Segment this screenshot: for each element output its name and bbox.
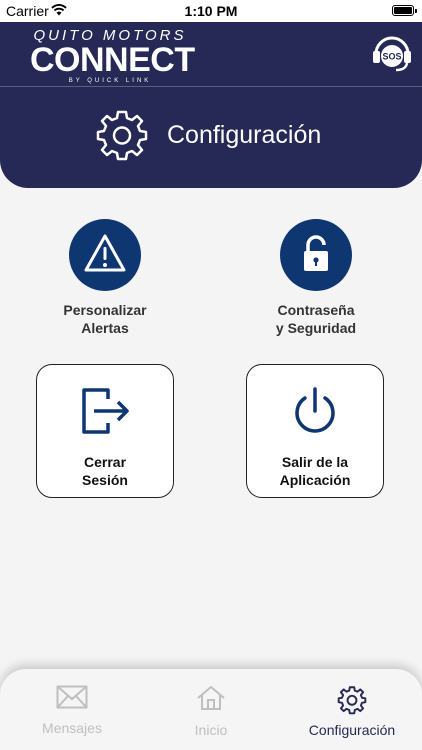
clock: 1:10 PM — [184, 3, 238, 19]
tab-settings-label: Configuración — [308, 722, 396, 738]
exit-label-line1: Salir de la — [281, 454, 349, 470]
logout-label-line1: Cerrar — [83, 454, 127, 470]
password-security-option[interactable]: Contraseña y Seguridad — [245, 219, 387, 337]
security-label-line1: Contraseña — [277, 302, 355, 318]
password-security-label: Contraseña y Seguridad — [245, 301, 387, 337]
logo-main-text: CONNECT — [30, 41, 195, 79]
tab-messages-label: Mensajes — [42, 720, 102, 736]
gear-icon — [96, 110, 148, 161]
home-icon — [197, 686, 225, 710]
page-header: Configuración — [0, 108, 422, 162]
logout-label-line2: Sesión — [82, 472, 128, 488]
app-header: QUITO MOTORS CONNECT BY QUICK LINK SOS C… — [0, 22, 422, 188]
settings-gear-icon — [337, 686, 367, 715]
logout-icon — [82, 388, 129, 434]
warning-icon — [84, 234, 126, 272]
page-title: Configuración — [167, 121, 322, 149]
battery-icon — [392, 5, 417, 16]
exit-label-line2: Aplicación — [279, 472, 351, 488]
alerts-label-line1: Personalizar — [63, 302, 147, 318]
brand-logo: QUITO MOTORS CONNECT BY QUICK LINK — [30, 28, 195, 85]
tab-bar: Mensajes Inicio Configuración — [0, 669, 422, 750]
power-icon — [295, 387, 335, 433]
logout-button[interactable]: Cerrar Sesión — [36, 364, 174, 498]
security-circle[interactable] — [280, 219, 352, 291]
status-bar: Carrier 1:10 PM — [0, 0, 422, 22]
alerts-label-line2: Alertas — [81, 320, 129, 336]
tab-home-label: Inicio — [194, 722, 228, 738]
tab-settings[interactable]: Configuración — [302, 685, 402, 738]
sos-headset-icon[interactable]: SOS — [370, 30, 414, 74]
security-label-line2: y Seguridad — [275, 320, 357, 336]
customize-alerts-label: Personalizar Alertas — [34, 301, 176, 337]
tab-messages[interactable]: Mensajes — [38, 685, 106, 736]
exit-app-label: Salir de la Aplicación — [247, 453, 383, 489]
logout-label: Cerrar Sesión — [37, 453, 173, 489]
sos-label: SOS — [382, 52, 401, 62]
tab-home[interactable]: Inicio — [188, 685, 234, 738]
customize-alerts-option[interactable]: Personalizar Alertas — [34, 219, 176, 337]
alert-circle[interactable] — [69, 219, 141, 291]
exit-app-button[interactable]: Salir de la Aplicación — [246, 364, 384, 498]
header-divider — [0, 86, 422, 87]
lock-icon — [304, 235, 328, 271]
mail-icon — [56, 685, 88, 709]
